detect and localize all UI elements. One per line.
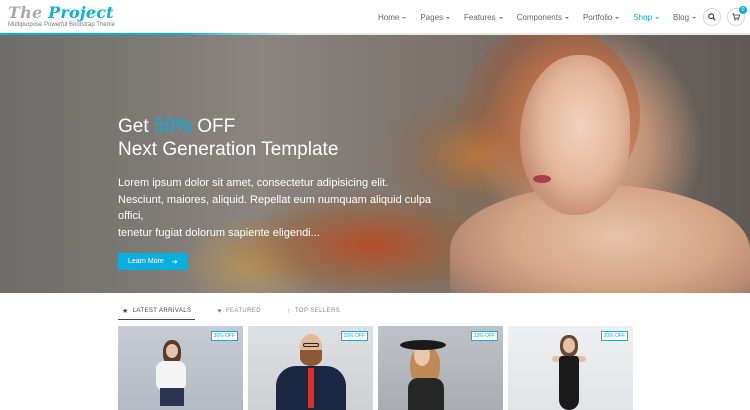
product-card[interactable]: 33% OFF — [378, 326, 503, 410]
arrow-right-icon: ➜ — [171, 258, 178, 266]
hero-title-line2: Next Generation Template — [118, 139, 339, 160]
tab-featured[interactable]: ♥ FEATURED — [213, 302, 265, 320]
product-image — [160, 388, 184, 406]
product-image — [408, 378, 444, 410]
nav-item-label: Portfolio — [582, 13, 613, 22]
nav-item-label: Components — [516, 13, 562, 22]
product-image — [563, 338, 575, 353]
cart-count-badge: 0 — [739, 6, 747, 14]
nav-item-label: Home — [378, 13, 400, 22]
nav-item-label: Blog — [673, 13, 690, 22]
nav-item-portfolio[interactable]: Portfolio — [582, 0, 620, 35]
cart-icon — [732, 13, 740, 21]
product-card[interactable]: 30% OFF — [118, 326, 243, 410]
product-tabs: ★ LATEST ARRIVALS ♥ FEATURED ↑ TOP SELLE… — [118, 302, 362, 320]
cart-button[interactable]: 0 — [727, 6, 747, 26]
chevron-down-icon — [615, 17, 620, 19]
hero-image-lips — [533, 175, 551, 183]
discount-badge: 33% OFF — [470, 331, 498, 341]
product-image — [308, 368, 314, 408]
chevron-down-icon — [692, 17, 697, 19]
product-card[interactable]: 20% OFF — [508, 326, 633, 410]
nav-item-components[interactable]: Components — [517, 0, 569, 35]
product-image — [300, 350, 322, 366]
heart-icon: ♥ — [217, 307, 222, 315]
logo-part-1: The — [8, 3, 43, 22]
chevron-down-icon — [446, 17, 451, 19]
nav-item-home[interactable]: Home — [378, 0, 407, 35]
product-image — [400, 340, 446, 350]
learn-more-label: Learn More — [128, 258, 164, 265]
hero-image-face — [520, 55, 630, 215]
discount-badge: 30% OFF — [210, 331, 238, 341]
tab-latest-arrivals[interactable]: ★ LATEST ARRIVALS — [118, 302, 196, 320]
chevron-down-icon — [402, 17, 407, 19]
tab-top-sellers[interactable]: ↑ TOP SELLERS — [283, 302, 344, 320]
nav-item-label: Shop — [633, 13, 653, 22]
site-tagline: Multipurpose Powerful Bootstrap Theme — [8, 22, 115, 28]
arrow-up-icon: ↑ — [287, 307, 291, 315]
hero-text-line3: tenetur fugiat dolorum sapiente eligendi… — [118, 226, 320, 239]
tab-label: LATEST ARRIVALS — [132, 307, 192, 314]
hero-content: Get 50% OFF Next Generation Template Lor… — [118, 115, 458, 270]
discount-badge: 25% OFF — [340, 331, 368, 341]
hero-title-suffix: OFF — [197, 116, 236, 137]
star-icon: ★ — [122, 307, 129, 315]
hero-title: Get 50% OFF Next Generation Template — [118, 115, 458, 161]
nav-item-label: Pages — [420, 13, 444, 22]
search-icon — [708, 13, 716, 21]
logo-part-2: Project — [48, 3, 114, 22]
main-nav: Home Pages Features Components Portfolio… — [378, 0, 710, 35]
product-grid: 30% OFF 25% OFF 33% OFF 20% OFF — [118, 326, 633, 410]
hero-text-line2: Nesciunt, maiores, aliquid. Repellat eum… — [118, 193, 432, 223]
chevron-down-icon — [498, 17, 503, 19]
nav-item-label: Features — [464, 13, 496, 22]
product-image — [303, 343, 319, 347]
product-card[interactable]: 25% OFF — [248, 326, 373, 410]
hero-banner: Get 50% OFF Next Generation Template Lor… — [0, 35, 750, 293]
nav-item-features[interactable]: Features — [464, 0, 503, 35]
search-button[interactable] — [703, 8, 721, 26]
chevron-down-icon — [655, 17, 660, 19]
site-logo[interactable]: The Project — [8, 3, 114, 22]
tab-label: TOP SELLERS — [294, 308, 341, 314]
product-image — [559, 356, 579, 410]
chevron-down-icon — [564, 17, 569, 19]
learn-more-button[interactable]: Learn More ➜ — [118, 253, 188, 270]
hero-title-prefix: Get — [118, 116, 149, 137]
hero-text-line1: Lorem ipsum dolor sit amet, consectetur … — [118, 177, 389, 189]
tab-label: FEATURED — [225, 308, 262, 314]
product-image — [166, 344, 178, 358]
nav-item-blog[interactable]: Blog — [673, 0, 697, 35]
discount-badge: 20% OFF — [600, 331, 628, 341]
product-image — [156, 361, 186, 391]
nav-item-pages[interactable]: Pages — [420, 0, 451, 35]
nav-item-shop[interactable]: Shop — [633, 0, 660, 35]
site-header: The Project Multipurpose Powerful Bootst… — [0, 0, 750, 35]
hero-description: Lorem ipsum dolor sit amet, consectetur … — [118, 175, 458, 241]
hero-title-accent: 50% — [153, 116, 192, 137]
